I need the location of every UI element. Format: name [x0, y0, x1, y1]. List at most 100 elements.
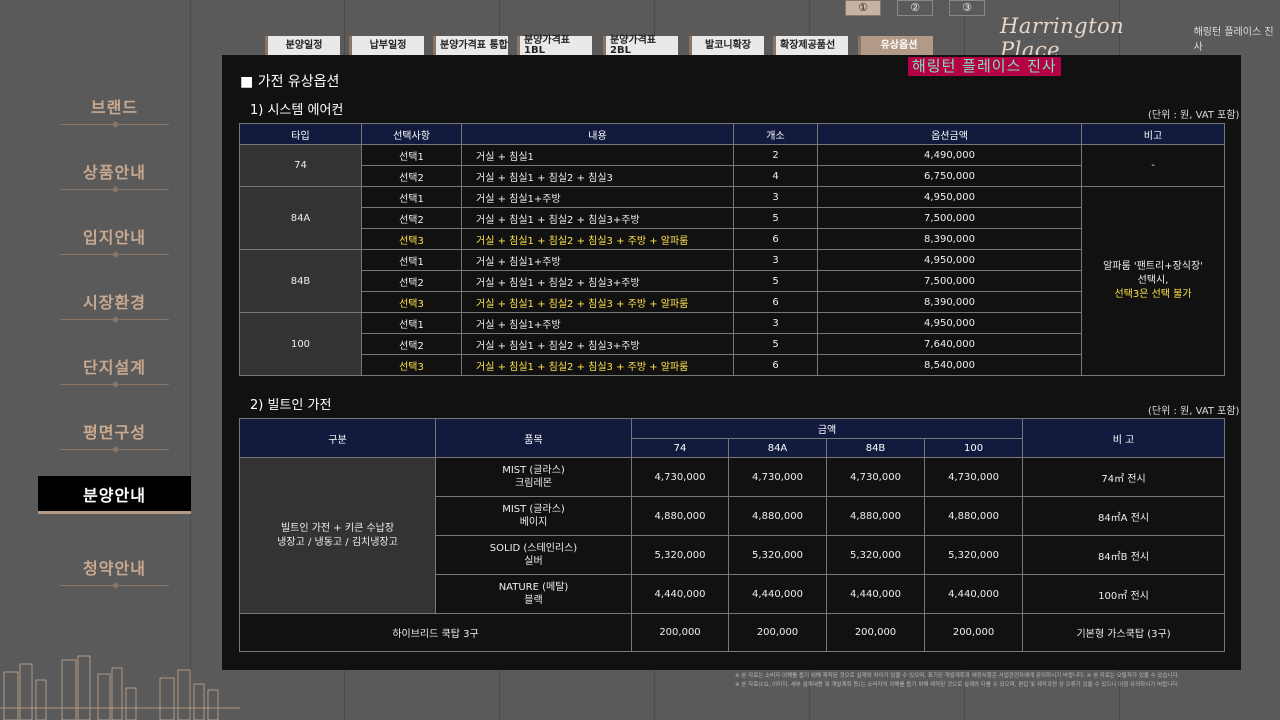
remark-cell: 84㎡B 전시 [1022, 535, 1226, 575]
option-cell: 선택3 [361, 354, 462, 376]
main-title: ■ 가전 유상옵션 [240, 74, 340, 90]
builtin-table: 구분 품목 금액 비 고 74 84A 84B 100 빌트인 가전 + 키큰 … [239, 418, 1226, 652]
price-cell: 4,880,000 [631, 496, 729, 536]
price-cell: 4,950,000 [817, 186, 1082, 208]
price-cell: 6,750,000 [817, 165, 1082, 187]
price-cell: 200,000 [826, 613, 925, 652]
option-cell: 선택1 [361, 312, 462, 334]
table-row: 84B 선택1 거실 + 침실1+주방 3 4,950,000 [239, 249, 1225, 313]
sidebar-item-product[interactable]: 상품안내 [38, 145, 191, 210]
aircon-unit: (단위 : 원, VAT 포함) [1148, 110, 1240, 121]
price-cell: 7,500,000 [817, 270, 1082, 292]
table-row: 선택2 거실 + 침실1 + 침실2 + 침실3 4 6,750,000 [240, 165, 1225, 187]
logo-korean: 해링턴 플레이스 진사 [1193, 27, 1274, 53]
item-cell: SOLID (스테인리스) 실버 [435, 535, 632, 575]
price-cell: 4,950,000 [817, 249, 1082, 271]
tab-price-2bl[interactable]: 분양가격표 2BL [603, 36, 678, 56]
price-cell: 4,730,000 [826, 457, 925, 497]
table-row: 100 선택1 거실 + 침실1+주방 3 4,950,000 [239, 312, 1225, 376]
tab-paid-options[interactable]: 유상옵션 [858, 36, 933, 56]
price-cell: 4,880,000 [923, 496, 1024, 536]
hybrid-label: 하이브리드 쿡탑 3구 [239, 613, 632, 652]
option-cell: 선택2 [361, 165, 462, 187]
header-type-74: 74 [631, 438, 729, 458]
table-row: 선택3 거실 + 침실1 + 침실2 + 침실3 + 주방 + 알파룸 6 8,540… [240, 354, 1225, 376]
price-cell: 5,320,000 [826, 535, 925, 575]
content-cell: 거실 + 침실1 + 침실2 + 침실3+주방 [461, 270, 734, 292]
builtin-unit: (단위 : 원, VAT 포함) [1148, 406, 1240, 417]
category-cell: 빌트인 가전 + 키큰 수납장 냉장고 / 냉동고 / 김치냉장고 [239, 457, 436, 614]
price-cell: 4,490,000 [817, 144, 1082, 166]
tab-bar: 분양일정 납부일정 분양가격표 통합 분양가격표 1BL 분양가격표 2BL 발… [265, 36, 933, 56]
price-cell: 4,730,000 [631, 457, 729, 497]
header-type-84b: 84B [826, 438, 925, 458]
price-cell: 4,440,000 [728, 574, 827, 614]
option-cell: 선택1 [361, 249, 462, 271]
page-selector: ① ② ③ [845, 0, 985, 16]
count-cell: 3 [733, 186, 818, 208]
content-panel: ■ 가전 유상옵션 해링턴 플레이스 진사 1) 시스템 에어컨 (단위 : 원… [222, 55, 1241, 670]
type-cell: 100 [239, 312, 362, 376]
count-cell: 6 [733, 291, 818, 313]
table-row: 선택3 거실 + 침실1 + 침실2 + 침실3 + 주방 + 알파룸 6 8,390… [240, 228, 1225, 250]
builtin-title: 2) 빌트인 가전 [250, 398, 332, 413]
tab-payment-schedule[interactable]: 납부일정 [349, 36, 424, 56]
table-row: 74 선택1 거실 + 침실1 2 4,490,000- [239, 144, 1225, 187]
sidebar-item-market[interactable]: 시장환경 [38, 275, 191, 340]
count-cell: 2 [733, 144, 818, 166]
content-cell: 거실 + 침실1+주방 [461, 186, 734, 208]
price-cell: 4,880,000 [728, 496, 827, 536]
content-cell: 거실 + 침실1 + 침실2 + 침실3+주방 [461, 333, 734, 355]
option-cell: 선택2 [361, 333, 462, 355]
tab-price-total[interactable]: 분양가격표 통합 [433, 36, 508, 56]
price-cell: 8,390,000 [817, 291, 1082, 313]
price-cell: 4,440,000 [826, 574, 925, 614]
header-category: 구분 [239, 418, 436, 458]
tab-extension-items[interactable]: 확장제공품선 [773, 36, 848, 56]
price-cell: 4,880,000 [826, 496, 925, 536]
page-button-2[interactable]: ② [897, 0, 933, 16]
sidebar-item-complex[interactable]: 단지설계 [38, 340, 191, 405]
count-cell: 3 [733, 249, 818, 271]
count-cell: 3 [733, 312, 818, 334]
header-price: 옵션금액 [817, 123, 1082, 145]
header-content: 내용 [461, 123, 734, 145]
sidebar-item-brand[interactable]: 브랜드 [38, 80, 191, 145]
content-cell: 거실 + 침실1 [461, 144, 734, 166]
tab-sales-schedule[interactable]: 분양일정 [265, 36, 340, 56]
page-button-3[interactable]: ③ [949, 0, 985, 16]
type-cell: 84A [239, 186, 362, 250]
sidebar-item-floorplan[interactable]: 평면구성 [38, 405, 191, 470]
header-remark: 비 고 [1022, 418, 1226, 458]
header-count: 개소 [733, 123, 818, 145]
price-cell: 5,320,000 [631, 535, 729, 575]
header-option: 선택사항 [361, 123, 462, 145]
content-cell: 거실 + 침실1+주방 [461, 312, 734, 334]
remark-cell: 100㎡ 전시 [1022, 574, 1226, 614]
type-cell: 84B [239, 249, 362, 313]
sidebar-item-location[interactable]: 입지안내 [38, 210, 191, 275]
hybrid-row: 하이브리드 쿡탑 3구 200,000 200,000 200,000 200,000 기… [239, 613, 1226, 652]
page-button-1[interactable]: ① [845, 0, 881, 16]
price-cell: 5,320,000 [923, 535, 1024, 575]
type-cell: 74 [239, 144, 362, 187]
header-type-100: 100 [923, 438, 1024, 458]
tab-price-1bl[interactable]: 분양가격표 1BL [517, 36, 592, 56]
alpha-room-note: 알파룸 '팬트리+장식장' 선택시, 선택3은 선택 불가 [1081, 186, 1225, 376]
count-cell: 5 [733, 270, 818, 292]
header-item: 품목 [435, 418, 632, 458]
note-cell: - [1081, 144, 1225, 187]
aircon-table: 타입 선택사항 내용 개소 옵션금액 비고 74 선택1 거실 + 침실1 2 4,49… [239, 123, 1225, 376]
remark-cell: 기본형 가스쿡탑 (3구) [1022, 613, 1226, 652]
tab-balcony[interactable]: 발코니확장 [689, 36, 764, 56]
sidebar-item-subscription[interactable]: 청약안내 [38, 541, 191, 606]
price-cell: 4,440,000 [631, 574, 729, 614]
price-cell: 4,730,000 [923, 457, 1024, 497]
price-cell: 7,640,000 [817, 333, 1082, 355]
sidebar-item-sales[interactable]: 분양안내 [38, 476, 191, 541]
option-cell: 선택2 [361, 207, 462, 229]
content-cell: 거실 + 침실1 + 침실2 + 침실3+주방 [461, 207, 734, 229]
price-cell: 8,390,000 [817, 228, 1082, 250]
price-cell: 4,950,000 [817, 312, 1082, 334]
count-cell: 6 [733, 228, 818, 250]
